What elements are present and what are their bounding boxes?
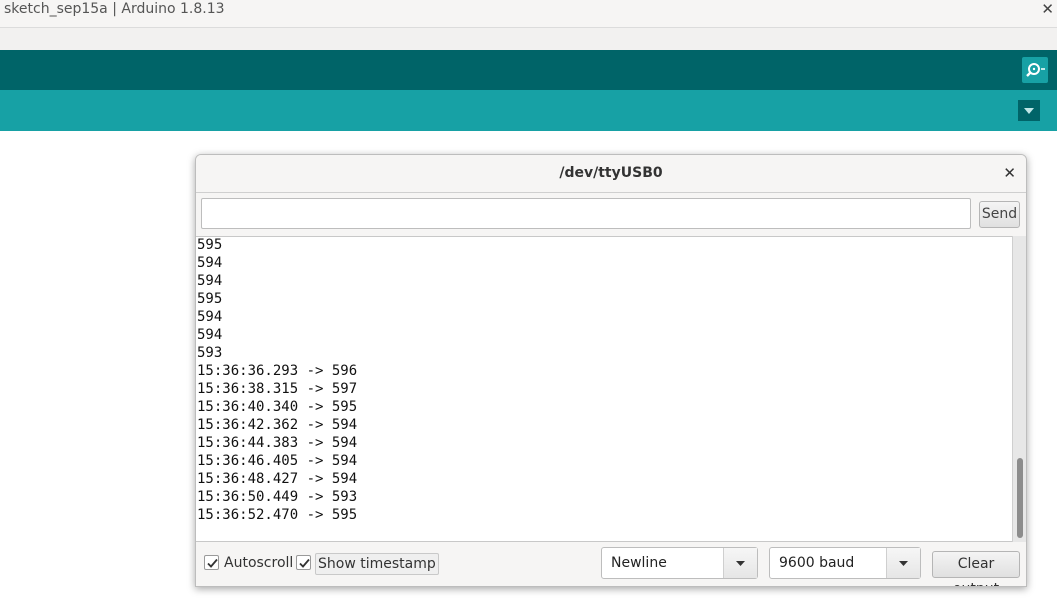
dialog-title: /dev/ttyUSB0 xyxy=(559,165,663,181)
output-lines: 595 594 594 595 594 594 593 15:36:36.293 -> 596… xyxy=(197,237,358,524)
output-line: 15:36:46.405 -> 594 xyxy=(197,453,358,469)
output-line: 594 xyxy=(197,327,223,343)
toolbar xyxy=(0,50,1057,90)
autoscroll-label[interactable]: Autoscroll xyxy=(224,553,293,573)
output-line: 15:36:36.293 -> 596 xyxy=(197,363,358,379)
baud-rate-value: 9600 baud xyxy=(779,555,855,571)
output-line: 15:36:42.362 -> 594 xyxy=(197,417,358,433)
show-timestamp-label[interactable]: Show timestamp xyxy=(315,553,439,575)
line-ending-select[interactable]: Newline xyxy=(601,547,758,579)
menu-bar xyxy=(0,28,1057,50)
tab-menu-button[interactable] xyxy=(1018,100,1040,121)
output-line: 594 xyxy=(197,273,223,289)
serial-monitor-dialog: /dev/ttyUSB0 ✕ Send 595 594 594 595 594 594 59… xyxy=(195,154,1027,587)
check-icon xyxy=(299,558,310,568)
window-title-bar: sketch_sep15a | Arduino 1.8.13 ✕ xyxy=(0,0,1057,28)
output-line: 595 xyxy=(197,291,223,307)
output-line: 15:36:52.470 -> 595 xyxy=(197,507,358,523)
output-line: 15:36:48.427 -> 594 xyxy=(197,471,358,487)
chevron-down-icon xyxy=(899,561,908,566)
tab-bar xyxy=(0,90,1057,131)
triangle-down-icon xyxy=(1024,108,1034,114)
bottom-bar: Autoscroll Show timestamp Newline 9600 b… xyxy=(196,543,1026,586)
line-ending-value: Newline xyxy=(611,555,667,571)
chevron-down-icon xyxy=(736,561,745,566)
output-line: 15:36:50.449 -> 593 xyxy=(197,489,358,505)
output-scrollbar[interactable] xyxy=(1012,236,1026,542)
output-line: 15:36:44.383 -> 594 xyxy=(197,435,358,451)
check-icon xyxy=(207,558,218,568)
dialog-header: /dev/ttyUSB0 ✕ xyxy=(196,155,1026,193)
clear-output-button[interactable]: Clear output xyxy=(932,551,1020,586)
window-close-button[interactable]: ✕ xyxy=(1041,0,1054,18)
autoscroll-checkbox[interactable] xyxy=(204,555,219,570)
dialog-close-button[interactable]: ✕ xyxy=(1003,155,1016,192)
serial-monitor-button[interactable] xyxy=(1022,57,1048,83)
output-line: 594 xyxy=(197,255,223,271)
show-timestamp-checkbox[interactable] xyxy=(296,555,311,570)
window-title: sketch_sep15a | Arduino 1.8.13 xyxy=(4,1,225,17)
baud-rate-select[interactable]: 9600 baud xyxy=(769,547,921,579)
output-line: 595 xyxy=(197,237,223,253)
scrollbar-thumb[interactable] xyxy=(1017,458,1023,538)
magnifier-icon xyxy=(1026,63,1045,77)
output-line: 593 xyxy=(197,345,223,361)
send-button[interactable]: Send xyxy=(979,201,1020,228)
send-input[interactable] xyxy=(201,198,971,229)
output-line: 15:36:40.340 -> 595 xyxy=(197,399,358,415)
serial-output[interactable]: 595 594 594 595 594 594 593 15:36:36.293 -> 596… xyxy=(196,236,1014,542)
output-line: 594 xyxy=(197,309,223,325)
output-line: 15:36:38.315 -> 597 xyxy=(197,381,358,397)
